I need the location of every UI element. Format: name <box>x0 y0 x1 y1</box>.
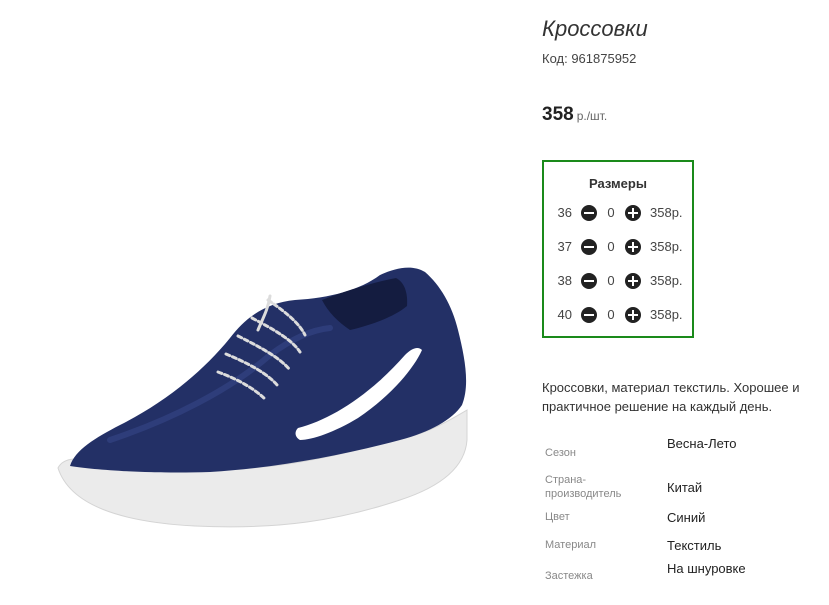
minus-circle-icon[interactable] <box>581 273 597 289</box>
quantity-value: 0 <box>607 307 615 322</box>
minus-circle-icon[interactable] <box>581 205 597 221</box>
price-amount: 358 <box>542 104 574 125</box>
sizes-panel: Размеры 36 0 358р. 37 0 358р. 38 0 358р.… <box>542 160 694 338</box>
product-image[interactable] <box>0 0 520 605</box>
product-price: 358 р./шт. <box>542 104 607 126</box>
spec-value: Китай <box>667 480 703 495</box>
size-price: 358р. <box>650 307 683 322</box>
product-code: Код: 961875952 <box>542 51 637 66</box>
spec-label: Материал <box>545 539 596 551</box>
product-info: Кроссовки Код: 961875952 358 р./шт. Разме… <box>542 0 829 605</box>
spec-label: Сезон <box>545 447 576 459</box>
size-row: 36 0 358р. <box>544 203 694 223</box>
spec-value: На шнуровке <box>667 561 746 576</box>
size-price: 358р. <box>650 239 683 254</box>
minus-circle-icon[interactable] <box>581 307 597 323</box>
size-value: 40 <box>557 307 572 322</box>
product-title: Кроссовки <box>542 16 648 41</box>
product-description: Кроссовки, материал текстиль. Хорошее и … <box>542 380 800 414</box>
size-row: 38 0 358р. <box>544 271 694 291</box>
spec-value: Весна-Лето <box>667 436 737 451</box>
size-price: 358р. <box>650 205 683 220</box>
spec-label: Цвет <box>545 511 570 523</box>
spec-label: Страна-производитель <box>545 474 622 500</box>
quantity-value: 0 <box>607 205 615 220</box>
spec-value: Текстиль <box>667 538 722 553</box>
sneaker-image <box>57 267 468 528</box>
plus-circle-icon[interactable] <box>625 205 641 221</box>
size-value: 37 <box>557 239 572 254</box>
quantity-value: 0 <box>607 239 615 254</box>
size-row: 40 0 358р. <box>544 305 694 325</box>
quantity-value: 0 <box>607 273 615 288</box>
minus-circle-icon[interactable] <box>581 239 597 255</box>
spec-value: Синий <box>667 510 706 525</box>
size-value: 36 <box>557 205 572 220</box>
plus-circle-icon[interactable] <box>625 273 641 289</box>
price-unit: р./шт. <box>576 109 608 123</box>
plus-circle-icon[interactable] <box>625 307 641 323</box>
sizes-title: Размеры <box>589 176 647 191</box>
size-price: 358р. <box>650 273 683 288</box>
plus-circle-icon[interactable] <box>625 239 641 255</box>
spec-label: Застежка <box>545 570 593 582</box>
size-row: 37 0 358р. <box>544 237 694 257</box>
size-value: 38 <box>557 273 572 288</box>
